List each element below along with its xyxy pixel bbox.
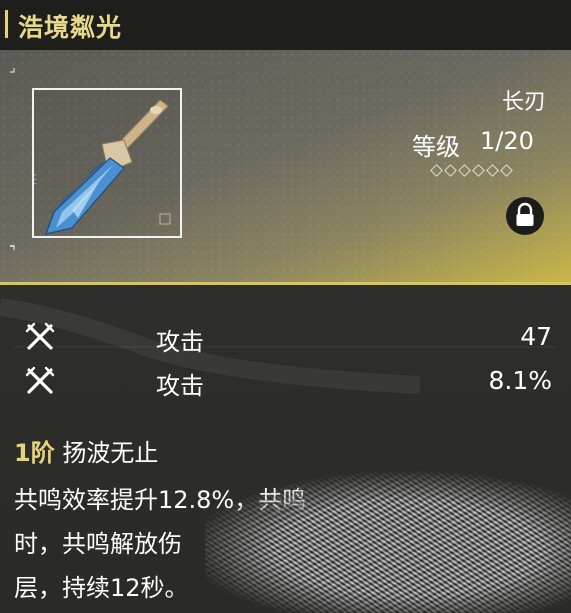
rank-diamond-icon (486, 164, 499, 177)
rank-diamond-icon (472, 164, 485, 177)
stat-name: 攻击 (156, 328, 204, 356)
lock-icon (516, 202, 534, 226)
stat-row-atk-percent: 攻击 8.1% (14, 361, 562, 401)
passive-rank: 1阶 (14, 439, 55, 467)
sword-icon: ⌇⌇⌇ (28, 85, 185, 241)
rank-diamond-icon (500, 164, 513, 177)
obscured-region (205, 470, 571, 613)
rank-diamond-icon (444, 164, 457, 177)
lock-button[interactable] (506, 197, 544, 235)
weapon-type: 长刃 (501, 90, 546, 115)
rank-diamonds (430, 164, 513, 177)
level-label: 等级 (412, 133, 460, 161)
title-accent-bar (5, 10, 8, 38)
weapon-thumbnail[interactable]: ⌇⌇⌇ (28, 85, 185, 241)
stat-value: 8.1% (488, 366, 552, 395)
rank-diamond-icon (430, 164, 443, 177)
title-bar: 浩境粼光 (0, 0, 571, 50)
passive-title: 1阶 扬波无止 (14, 433, 158, 468)
rank-diamond-icon (458, 164, 471, 177)
crossed-swords-icon (25, 366, 55, 394)
crossed-swords-icon (25, 322, 55, 350)
weapon-name: 浩境粼光 (18, 13, 123, 42)
stat-value: 47 (520, 322, 552, 351)
weapon-detail-card: 浩境粼光 ⌇⌇⌇ 长刃 等级 1/20 攻击 47 攻击 8.1% 1阶 扬波无… (0, 0, 571, 613)
stat-name: 攻击 (156, 372, 204, 400)
level-value: 1/20 (480, 127, 534, 155)
passive-name: 扬波无止 (62, 439, 159, 467)
svg-text:⌇⌇⌇: ⌇⌇⌇ (32, 173, 39, 186)
stat-row-atk: 攻击 47 (14, 317, 562, 357)
